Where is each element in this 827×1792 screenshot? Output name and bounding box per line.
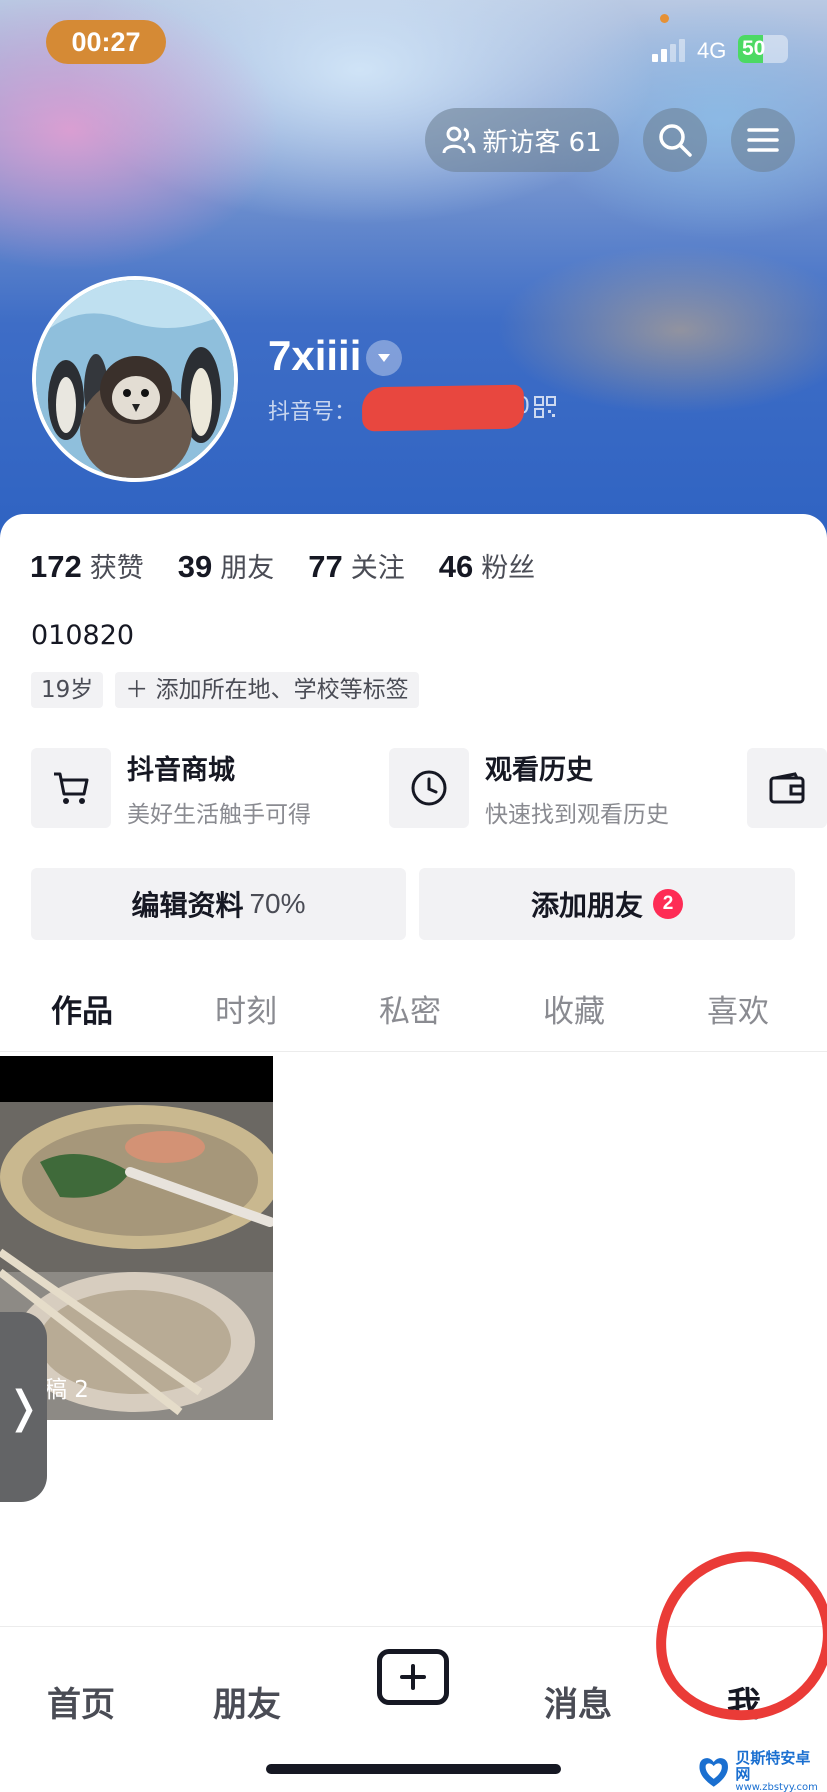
nav-friends[interactable]: 朋友 (213, 1677, 281, 1726)
wallet-entry[interactable] (747, 748, 827, 828)
network-type: 4G (697, 38, 727, 63)
edit-profile-button[interactable]: 编辑资料 70% (31, 868, 406, 940)
stat-label: 关注 (350, 553, 405, 584)
status-time: 00:27 (46, 20, 166, 64)
stat-number: 46 (438, 549, 474, 584)
battery-level: 50 (742, 37, 766, 60)
watch-history-entry[interactable]: 观看历史 快速找到观看历史 (389, 748, 669, 828)
cart-icon (31, 748, 111, 828)
new-visitors-label: 新访客 61 (482, 127, 602, 158)
profile-completion: 70% (249, 888, 306, 919)
plus-icon: ＋ (125, 677, 156, 703)
chevron-right-icon: ❭ (5, 1381, 42, 1433)
qr-code-icon[interactable] (534, 396, 556, 418)
add-friend-label: 添加朋友 (530, 889, 643, 922)
side-expand-handle[interactable]: ❭ (0, 1312, 47, 1502)
age-tag[interactable]: 19岁 (31, 672, 104, 708)
search-button[interactable] (643, 108, 707, 172)
stat-number: 172 (30, 549, 82, 584)
plus-icon (400, 1664, 426, 1690)
search-icon (659, 124, 692, 157)
menu-icon (747, 128, 779, 152)
tab-likes[interactable]: 喜欢 (656, 984, 820, 1051)
stat-number: 39 (177, 549, 213, 584)
history-title: 观看历史 (485, 754, 593, 786)
profile-tabs: 作品 时刻 私密 收藏 喜欢 (0, 984, 827, 1063)
stat-label: 粉丝 (481, 553, 536, 584)
add-friend-button[interactable]: 添加朋友 2 (419, 868, 795, 940)
new-visitors-button[interactable]: 新访客 61 (425, 108, 619, 172)
douyin-id-label: 抖音号： (268, 400, 357, 425)
nav-home[interactable]: 首页 (47, 1677, 115, 1726)
add-tag-button[interactable]: ＋ 添加所在地、学校等标签 (115, 672, 419, 708)
create-button[interactable] (377, 1649, 449, 1705)
nav-messages[interactable]: 消息 (544, 1677, 612, 1726)
account-switch-button[interactable] (366, 340, 402, 376)
avatar[interactable] (32, 276, 238, 482)
clock-icon (389, 748, 469, 828)
douyin-mall-entry[interactable]: 抖音商城 美好生活触手可得 (31, 748, 311, 828)
home-indicator (266, 1764, 561, 1774)
visitors-icon (442, 126, 476, 154)
mall-title: 抖音商城 (127, 754, 235, 786)
mall-subtitle: 美好生活触手可得 (127, 801, 311, 828)
stat-label: 朋友 (220, 553, 275, 584)
penguin-avatar-image (36, 280, 234, 478)
stat-friends[interactable]: 39 朋友 (178, 546, 274, 585)
profile-stats: 172 获赞 39 朋友 77 关注 46 粉丝 (30, 546, 535, 585)
tab-favorites[interactable]: 收藏 (492, 984, 656, 1051)
tab-private[interactable]: 私密 (328, 984, 492, 1051)
edit-profile-label: 编辑资料 (131, 889, 244, 922)
profile-tags: 19岁 ＋ 添加所在地、学校等标签 (31, 672, 419, 708)
stat-followers[interactable]: 46 粉丝 (439, 546, 535, 585)
heart-shield-logo-icon (699, 1758, 728, 1787)
stat-following[interactable]: 77 关注 (308, 546, 404, 585)
caret-down-icon (378, 354, 390, 362)
watermark-url: www.zbstyy.com (735, 1781, 818, 1792)
watermark-title: 贝斯特安卓网 (735, 1748, 811, 1783)
privacy-indicator-dot (660, 14, 669, 23)
friend-request-badge: 2 (653, 889, 683, 919)
profile-bio: 010820 (31, 620, 135, 651)
stat-label: 获赞 (89, 553, 144, 584)
cellular-signal-icon (652, 38, 692, 62)
profile-username[interactable]: 7xiiii (268, 332, 361, 380)
tab-works[interactable]: 作品 (0, 984, 164, 1063)
stat-likes[interactable]: 172 获赞 (30, 546, 144, 585)
stat-number: 77 (308, 549, 343, 584)
history-subtitle: 快速找到观看历史 (485, 801, 669, 828)
site-watermark: 贝斯特安卓网 www.zbstyy.com (696, 1748, 824, 1792)
video-caption: 稿 2 (44, 1377, 89, 1403)
menu-button[interactable] (731, 108, 795, 172)
battery-icon: 50 (738, 35, 788, 63)
add-tag-label: 添加所在地、学校等标签 (155, 677, 409, 703)
tab-moments[interactable]: 时刻 (164, 984, 328, 1051)
wallet-icon (747, 748, 827, 828)
redaction-mark (361, 384, 525, 432)
